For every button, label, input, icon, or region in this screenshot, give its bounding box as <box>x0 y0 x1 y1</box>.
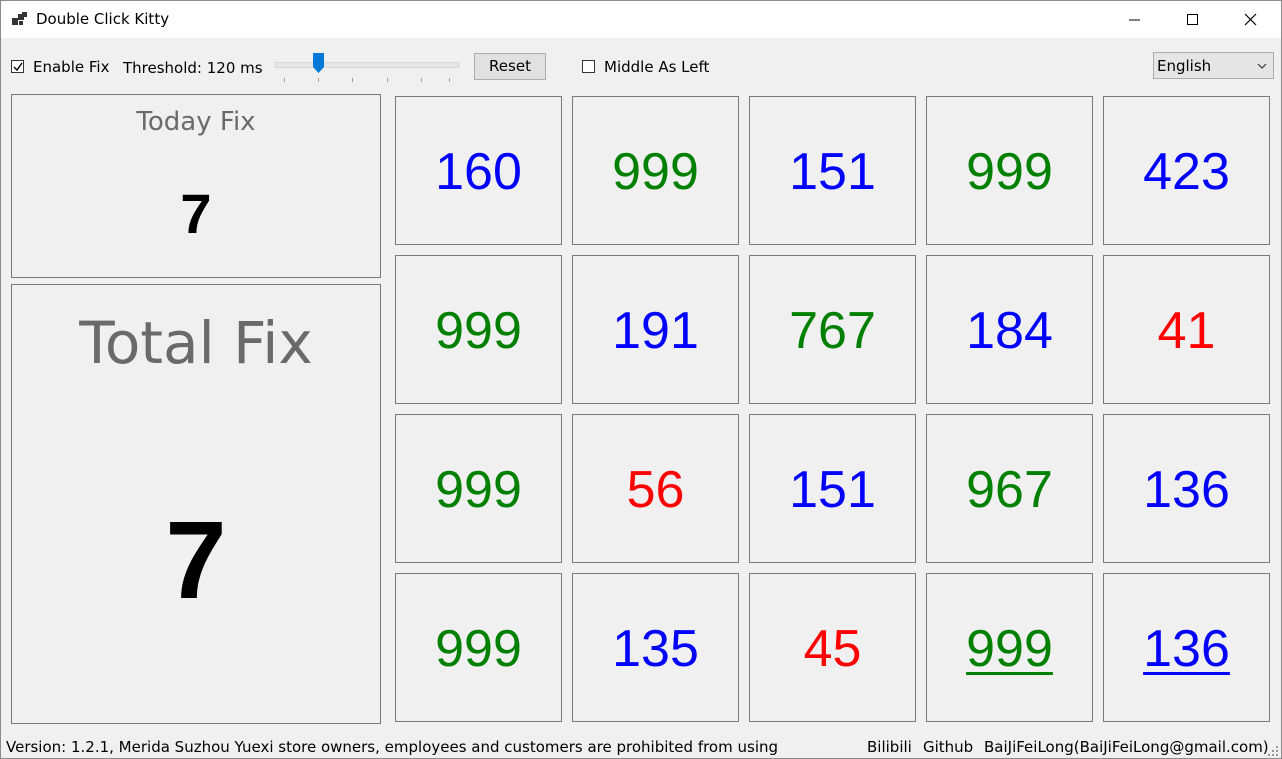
total-fix-panel: Total Fix 7 <box>11 284 381 724</box>
minimize-button[interactable] <box>1106 1 1164 38</box>
bilibili-link[interactable]: Bilibili <box>867 738 912 756</box>
today-fix-value: 7 <box>180 182 212 245</box>
language-select[interactable]: English <box>1153 52 1274 79</box>
resize-grip-icon[interactable] <box>1268 746 1278 756</box>
count-cell: 160 <box>395 96 562 245</box>
count-value: 999 <box>435 620 522 678</box>
count-cell: 191 <box>572 255 739 404</box>
enable-fix-checkbox[interactable] <box>11 60 24 73</box>
count-cell: 967 <box>926 414 1093 563</box>
count-cell: 999 <box>926 573 1093 722</box>
count-value: 184 <box>966 302 1053 360</box>
status-bar: Version: 1.2.1, Merida Suzhou Yuexi stor… <box>1 735 1281 759</box>
count-cell: 423 <box>1103 96 1270 245</box>
count-value: 191 <box>612 302 699 360</box>
count-value: 41 <box>1157 302 1216 360</box>
app-icon <box>12 12 27 25</box>
count-value: 45 <box>803 620 862 678</box>
count-cell: 999 <box>926 96 1093 245</box>
count-cell: 45 <box>749 573 916 722</box>
maximize-button[interactable] <box>1164 1 1222 38</box>
slider-track[interactable] <box>275 62 459 68</box>
count-cell: 136 <box>1103 573 1270 722</box>
slider-tick <box>318 78 319 82</box>
close-button[interactable] <box>1222 1 1280 38</box>
count-cell: 136 <box>1103 414 1270 563</box>
total-fix-title: Total Fix <box>79 309 313 377</box>
count-cell: 999 <box>572 96 739 245</box>
checkmark-icon <box>13 62 23 72</box>
count-cell: 135 <box>572 573 739 722</box>
author-link[interactable]: BaiJiFeiLong(BaiJiFeiLong@gmail.com) <box>984 738 1269 756</box>
slider-thumb[interactable] <box>313 53 324 73</box>
maximize-icon <box>1187 14 1198 25</box>
count-value: 999 <box>435 461 522 519</box>
count-cell: 999 <box>395 573 562 722</box>
count-cell: 56 <box>572 414 739 563</box>
enable-fix-label[interactable]: Enable Fix <box>33 58 109 76</box>
count-value: 136 <box>1143 461 1230 519</box>
slider-tick <box>421 78 422 82</box>
count-value: 999 <box>612 143 699 201</box>
count-cell: 999 <box>395 414 562 563</box>
count-value: 999 <box>966 143 1053 201</box>
count-value: 999 <box>966 620 1053 678</box>
count-value: 423 <box>1143 143 1230 201</box>
threshold-label: Threshold: 120 ms <box>123 59 263 77</box>
count-cell: 151 <box>749 414 916 563</box>
today-fix-panel: Today Fix 7 <box>11 94 381 278</box>
count-value: 135 <box>612 620 699 678</box>
count-value: 160 <box>435 143 522 201</box>
close-icon <box>1244 13 1257 26</box>
slider-tick <box>352 78 353 82</box>
total-fix-value: 7 <box>165 499 227 622</box>
version-text: Version: 1.2.1, Merida Suzhou Yuexi stor… <box>6 738 779 756</box>
count-value: 767 <box>789 302 876 360</box>
threshold-slider[interactable] <box>275 53 459 85</box>
github-link[interactable]: Github <box>923 738 973 756</box>
slider-tick <box>387 78 388 82</box>
today-fix-title: Today Fix <box>136 107 256 137</box>
count-value: 151 <box>789 461 876 519</box>
count-value: 999 <box>435 302 522 360</box>
count-value: 967 <box>966 461 1053 519</box>
count-value: 56 <box>626 461 685 519</box>
middle-as-left-label[interactable]: Middle As Left <box>604 58 709 76</box>
app-window: Double Click Kitty Enable Fix Threshold:… <box>0 0 1282 759</box>
language-selected-value: English <box>1157 57 1212 75</box>
count-value: 151 <box>789 143 876 201</box>
count-cell: 184 <box>926 255 1093 404</box>
chevron-down-icon <box>1257 63 1267 69</box>
minimize-icon <box>1129 19 1140 21</box>
count-cell: 151 <box>749 96 916 245</box>
reset-button[interactable]: Reset <box>474 53 546 80</box>
slider-tick <box>284 78 285 82</box>
count-cell: 999 <box>395 255 562 404</box>
count-cell: 767 <box>749 255 916 404</box>
count-value: 136 <box>1143 620 1230 678</box>
slider-tick <box>449 78 450 82</box>
window-title: Double Click Kitty <box>36 10 170 28</box>
middle-as-left-checkbox[interactable] <box>582 60 595 73</box>
count-cell: 41 <box>1103 255 1270 404</box>
title-bar[interactable]: Double Click Kitty <box>1 1 1281 38</box>
